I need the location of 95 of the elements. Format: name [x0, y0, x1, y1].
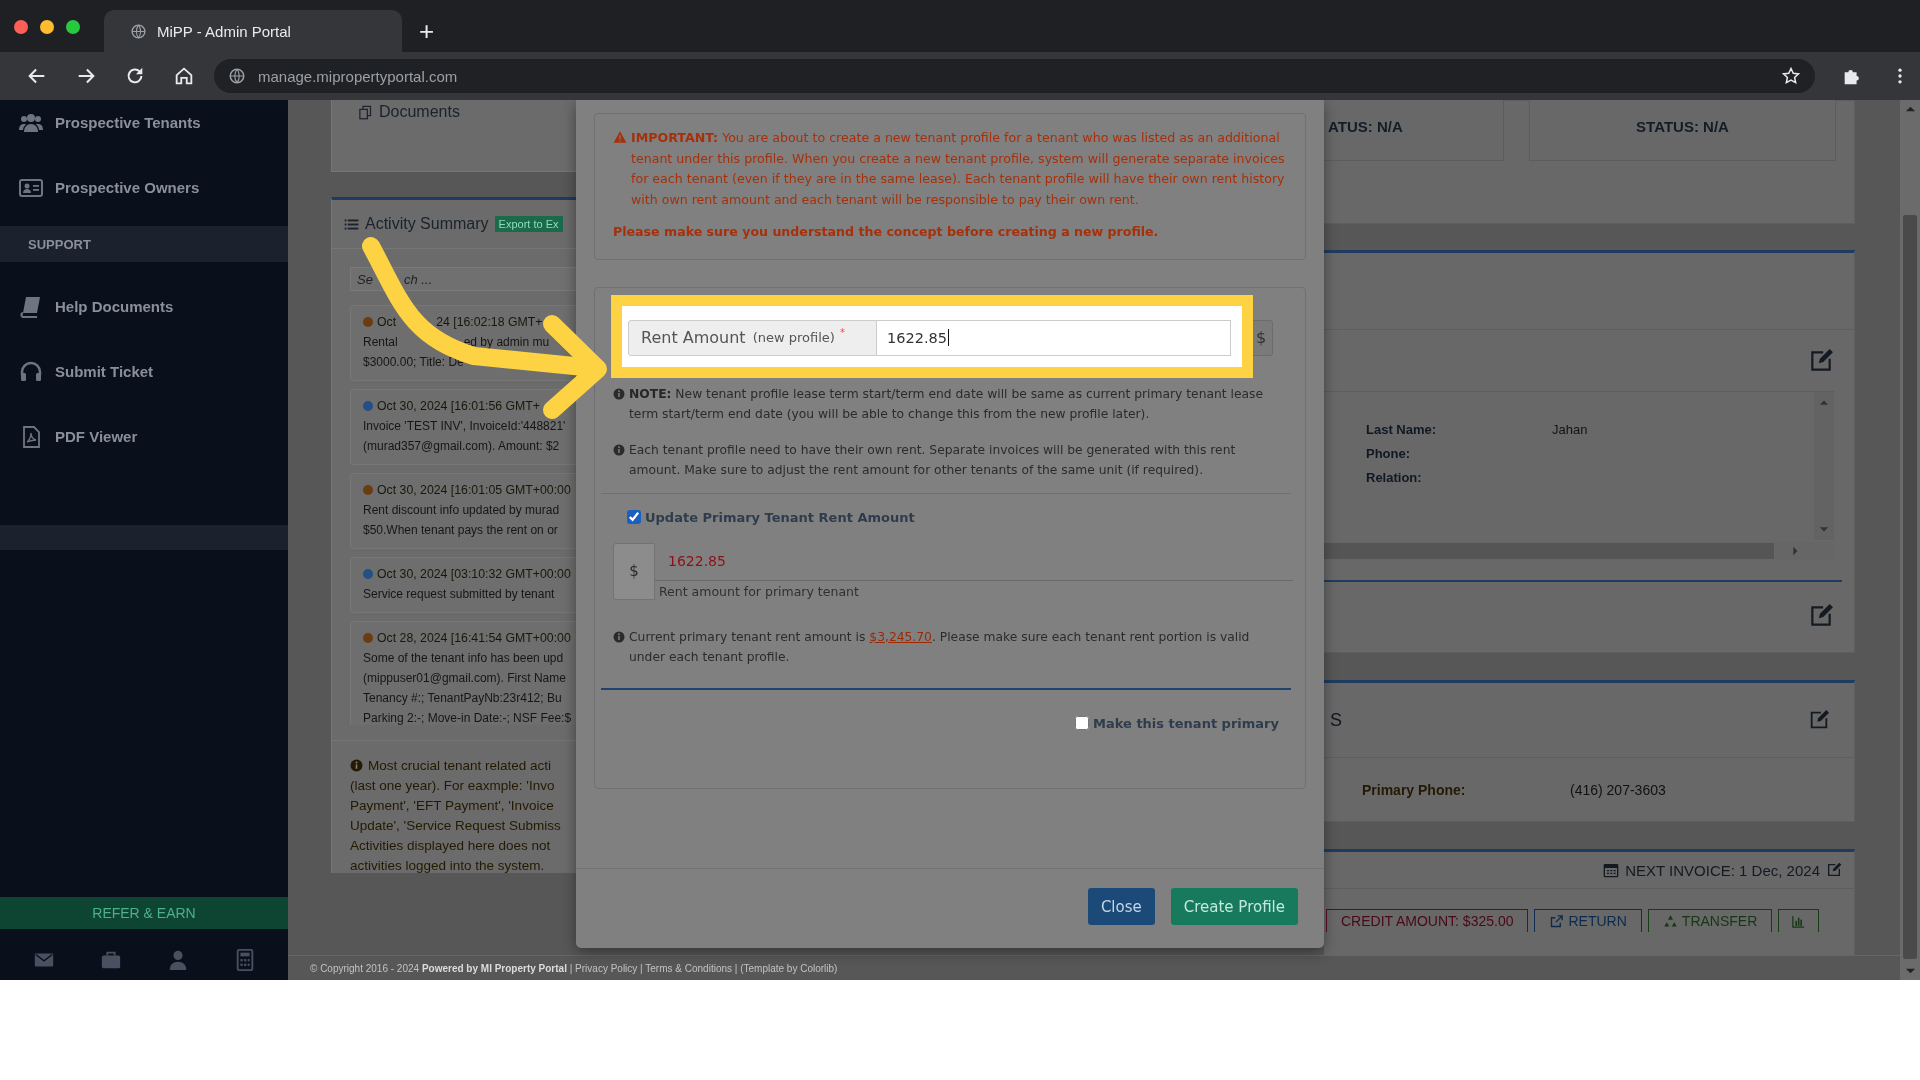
note-text: NOTE: New tenant profile lease term start/term end date will be same as current primary tenant lease term start/term end date (you will be able to change this from the new profile later). — [629, 385, 1264, 423]
footer-text: © Copyright 2016 - 2024 Powered by MI Property Portal | Privacy Policy | Terms & Conditions | (Template by Colorlib) — [310, 962, 838, 974]
activity-text: $50.When tenant pays the rent on or — [363, 523, 558, 537]
card-title: S — [1330, 709, 1342, 731]
activity-text: Some of the tenant info has been upd — [363, 651, 564, 665]
help-text: Rent amount for primary tenant — [658, 583, 860, 599]
currency-addon: $ — [613, 542, 655, 600]
edit-icon[interactable] — [1808, 709, 1830, 731]
next-invoice-text: NEXT INVOICE: 1 Dec, 2024 — [1625, 861, 1820, 879]
activity-text: Service request submitted by tenant — [363, 587, 555, 601]
book-icon — [19, 294, 43, 319]
field-value: Jahan — [1552, 421, 1589, 439]
timestamp: Oct 30, 2024 [16:01:56 GMT+ — [377, 399, 541, 413]
warning-icon — [613, 130, 627, 144]
activity-text: Invoice 'TEST INV', InvoiceId:'448821' — [363, 419, 566, 433]
timestamp: Oct 28, 2024 [16:41:54 GMT+00:00 — [377, 631, 571, 645]
star-icon[interactable] — [1781, 66, 1801, 86]
scrollbar[interactable] — [1814, 392, 1834, 540]
activity-text: Rental — [363, 335, 398, 349]
documents-icon — [358, 104, 373, 120]
globe-icon — [130, 22, 147, 40]
scrollbar-thumb[interactable] — [1324, 543, 1774, 559]
field-label: Last Name: — [1366, 421, 1438, 439]
note-text: Update', 'Service Request Submiss — [350, 817, 561, 833]
checkbox-label: Make this tenant primary — [1093, 715, 1279, 731]
field-label: Phone: — [1366, 445, 1412, 463]
warning-emphasis: Please make sure you understand the concept before creating a new profile. — [613, 223, 1160, 241]
edit-icon[interactable] — [1808, 603, 1834, 629]
edit-icon[interactable] — [1826, 862, 1842, 878]
note-text: Activities displayed here does not — [350, 837, 551, 853]
info-icon — [350, 758, 363, 772]
scrollbar-thumb[interactable] — [1903, 215, 1917, 959]
field-label: Relation: — [1366, 469, 1423, 487]
activity-text: Tenancy #:; TenantPayNb:23r412; Bu — [363, 691, 562, 705]
field-label: Rent Amount (new profile) * — [628, 319, 877, 356]
sidebar-item[interactable]: Prospective Owners — [0, 155, 288, 220]
info-icon — [613, 443, 625, 456]
sidebar-item[interactable]: Submit Ticket — [0, 339, 288, 404]
text-cursor — [947, 329, 949, 346]
export-button[interactable]: Export to Ex — [494, 216, 563, 232]
briefcase-icon[interactable] — [99, 949, 122, 971]
search-field[interactable]: Se ch ... — [350, 267, 576, 291]
scroll-up-icon — [1819, 398, 1829, 408]
home-icon[interactable] — [173, 65, 195, 87]
chart-button[interactable] — [1778, 909, 1820, 932]
section-header: SUPPORT — [0, 226, 288, 262]
timestamp: Oct 30, 2024 [03:10:32 GMT+00:00 — [377, 567, 571, 581]
checkbox-label: Update Primary Tenant Rent Amount — [645, 509, 915, 525]
card-title: Activity Summary — [365, 215, 489, 233]
info-icon — [613, 630, 625, 643]
activity-text: Rent discount info updated by murad — [363, 503, 560, 517]
close-button[interactable]: Close — [1087, 888, 1155, 925]
scrollbar[interactable] — [1900, 100, 1920, 980]
note-text: (last one year). For eaxmple: 'Invo — [350, 777, 555, 793]
checkbox[interactable] — [627, 510, 641, 524]
activity-text: (mippuser01@gmail.com). First Name — [363, 671, 566, 685]
maximize-window-button[interactable] — [66, 20, 80, 34]
activity-text: Parking 2:-; Move-in Date:-; NSF Fee:$ — [363, 711, 572, 725]
note-text: Each tenant profile need to have their own rent. Separate invoices will be generated with this rent amount. Make sure to adjust the rent amount for other tenants of the same unit (if required). — [629, 441, 1237, 479]
create-profile-button[interactable]: Create Profile — [1170, 888, 1298, 925]
timestamp: Oct — [377, 315, 397, 329]
bar-chart-icon — [1791, 913, 1807, 929]
status-text: ATUS: N/A — [1328, 117, 1403, 137]
close-window-button[interactable] — [14, 20, 28, 34]
scroll-right-icon — [1790, 546, 1800, 556]
field-label: Primary Phone: — [1362, 782, 1467, 798]
sidebar-item[interactable]: PDF Viewer — [0, 404, 288, 469]
edit-icon[interactable] — [1808, 347, 1834, 374]
card-title: Documents — [379, 103, 460, 121]
external-link-icon — [1549, 913, 1565, 929]
status-text: STATUS: N/A — [1636, 117, 1729, 137]
scroll-down-icon — [1819, 524, 1829, 534]
calendar-icon — [1603, 862, 1620, 878]
minimize-window-button[interactable] — [40, 20, 54, 34]
checkbox[interactable] — [1075, 716, 1090, 730]
sidebar-item[interactable]: Prospective Tenants — [0, 100, 288, 155]
note-text: Most crucial tenant related acti — [368, 757, 552, 773]
activity-text: (murad357@gmail.com). Amount: $2 — [363, 439, 560, 453]
new-tab-button[interactable]: + — [419, 10, 435, 52]
sidebar-item[interactable]: Help Documents — [0, 274, 288, 339]
url-text: manage.mipropertyportal.com — [258, 67, 459, 85]
headset-icon — [19, 359, 43, 384]
refer-button[interactable]: REFER & EARN — [0, 897, 288, 929]
timestamp: Oct 30, 2024 [16:01:05 GMT+00:00 — [377, 483, 571, 497]
info-icon — [613, 387, 625, 400]
tab-title: MiPP - Admin Portal — [157, 22, 291, 40]
note-text: Payment', 'EFT Payment', 'Invoice — [350, 797, 554, 813]
timestamp: 24 [16:02:18 GMT+ — [436, 315, 543, 329]
browser-tab[interactable]: MiPP - Admin Portal — [104, 10, 402, 52]
warning-text: IMPORTANT: You are about to create a new tenant profile for a tenant who was listed as an additional tenant under this profile. When you create a new tenant profile, system will generate separate invoices for each tenant (even if they are in the same lease). Each tenant profile will have their own rent history with own rent amount and each tenant will be responsible to pay their own rent. — [631, 129, 1286, 209]
rent-amount-field[interactable]: 1622.85 — [877, 319, 1231, 356]
note-text: activities logged into the system. — [350, 857, 545, 873]
note-text: Current primary tenant rent amount is $3,245.70. Please make sure each tenant rent portion is valid under each tenant profile. — [629, 628, 1251, 666]
address-bar[interactable]: manage.mipropertyportal.com — [214, 59, 1815, 93]
globe-icon — [228, 67, 246, 85]
